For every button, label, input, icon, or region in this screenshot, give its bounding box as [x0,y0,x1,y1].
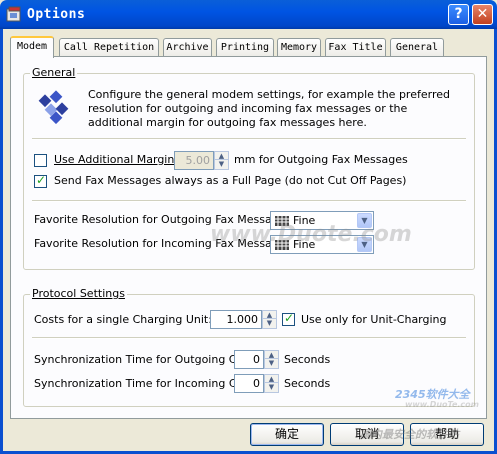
general-separator-1 [32,138,466,140]
tab-printing[interactable]: Printing [216,38,274,57]
tab-archive[interactable]: Archive [163,38,212,57]
sync-in-unit: Seconds [284,377,331,390]
title-bar[interactable]: Options ? ✕ [0,0,497,29]
tab-general[interactable]: General [390,38,444,57]
margin-unit-label: mm for Outgoing Fax Messages [234,153,408,166]
help-title-button[interactable]: ? [448,4,469,25]
tab-call-repetition[interactable]: Call Repetition [59,38,159,57]
sync-out-spinner[interactable]: ▲ ▼ [264,350,279,369]
general-separator-2 [32,200,466,202]
cost-spinner[interactable]: ▲ ▼ [262,310,277,329]
fullpage-checkbox[interactable]: ✓ [34,173,47,188]
sync-out-label: Synchronization Time for Outgoing Calls: [34,353,259,366]
unit-charging-checkbox[interactable]: ✓ [282,311,295,326]
close-button[interactable]: ✕ [472,4,493,25]
modem-settings-icon [38,90,69,124]
margin-input[interactable]: 5.00 [174,151,214,170]
fullpage-label: Send Fax Messages always as a Full Page … [54,174,407,187]
general-description: Configure the general modem settings, fo… [88,88,450,129]
tab-modem[interactable]: Modem [10,36,54,58]
tab-fax-title[interactable]: Fax Title [325,38,386,57]
cost-input[interactable]: 1.000 [210,310,262,329]
general-legend: General [30,66,78,79]
margin-label: Use Additional Margin of [54,153,189,166]
margin-checkbox[interactable] [34,154,47,167]
app-icon [6,6,21,22]
sync-in-label: Synchronization Time for Incoming Calls: [34,377,259,390]
sync-in-spinner[interactable]: ▲ ▼ [264,374,279,393]
window-title: Options [27,7,86,22]
margin-spinner[interactable]: ▲ ▼ [214,151,229,170]
sync-out-unit: Seconds [284,353,331,366]
sync-in-input[interactable]: 0 [234,374,264,393]
protocol-separator [32,337,466,339]
sync-out-input[interactable]: 0 [234,350,264,369]
watermark-center: www.Duote.com [210,222,412,247]
checkmark-icon: ✓ [36,173,47,187]
watermark-text: 国内最安全的软件站 [360,428,459,441]
unit-charging-label: Use only for Unit-Charging [301,313,447,326]
ok-button[interactable]: 确定 [250,423,324,446]
cost-label: Costs for a single Charging Unit: [34,313,212,326]
tab-memory[interactable]: Memory [277,38,321,57]
protocol-legend: Protocol Settings [30,287,127,300]
watermark-url: www.DuoTe.com [405,400,479,409]
window-frame-left [0,29,3,454]
checkmark-icon: ✓ [284,311,295,325]
